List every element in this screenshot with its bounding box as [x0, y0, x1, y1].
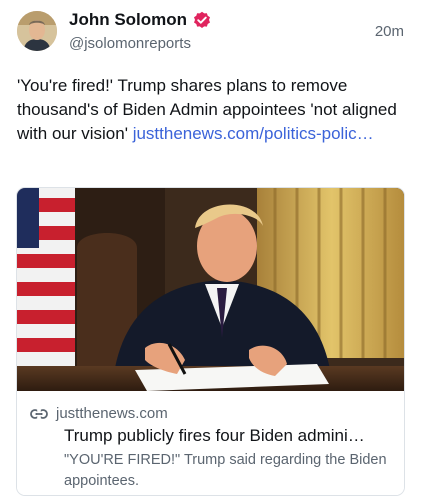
link-domain: justthenews.com: [56, 405, 168, 422]
author-avatar[interactable]: [17, 11, 57, 51]
link-preview-description: "YOU'RE FIRED!" Trump said regarding the…: [64, 452, 387, 489]
link-preview-image: [17, 188, 404, 391]
link-preview-meta[interactable]: justthenews.com Trump publicly fires fou…: [17, 392, 404, 495]
link-domain-row: justthenews.com: [30, 405, 168, 422]
link-preview-card[interactable]: justthenews.com Trump publicly fires fou…: [16, 187, 405, 496]
post[interactable]: John Solomon @jsolomonreports 20m 'You'r…: [0, 0, 422, 500]
post-link[interactable]: justthenews.com/politics-polic…: [133, 124, 374, 143]
post-text: 'You're fired!' Trump shares plans to re…: [17, 74, 409, 146]
link-preview-title[interactable]: Trump publicly fires four Biden admini…: [64, 426, 396, 446]
link-icon: [30, 407, 48, 421]
author-handle[interactable]: @jsolomonreports: [69, 35, 191, 52]
verified-check-icon: [193, 11, 211, 29]
author-name-row[interactable]: John Solomon: [69, 10, 211, 30]
author-name[interactable]: John Solomon: [69, 10, 187, 30]
post-timestamp: 20m: [374, 23, 404, 40]
